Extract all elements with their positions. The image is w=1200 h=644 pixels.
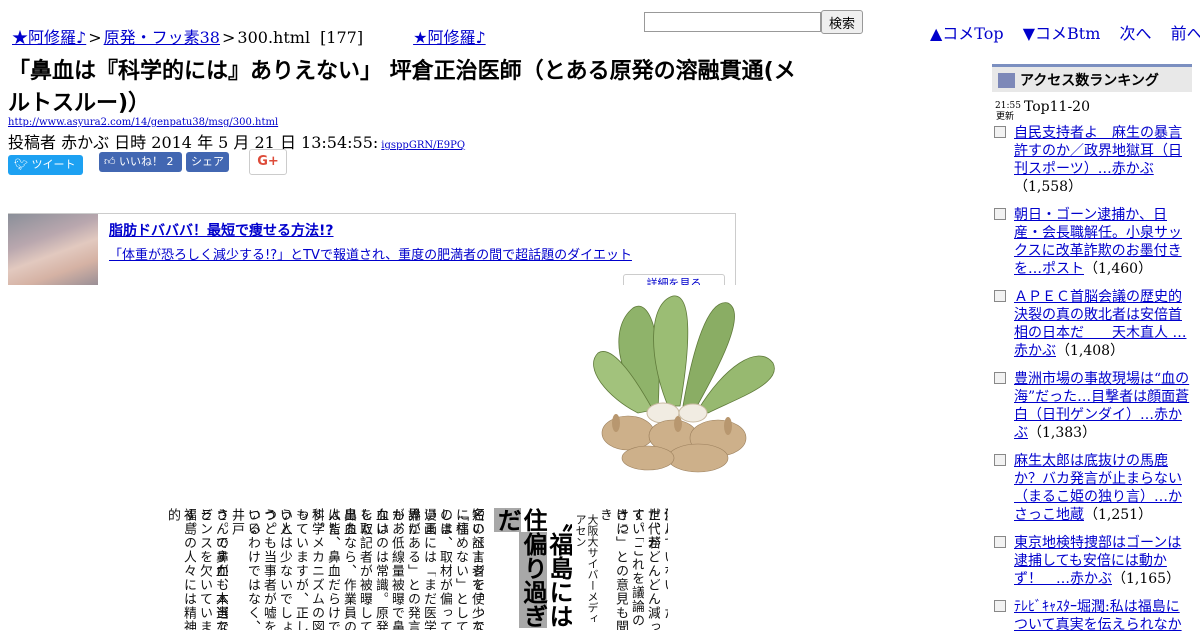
breadcrumb-author-link[interactable]: ★阿修羅♪ bbox=[12, 28, 86, 47]
article-url-link[interactable]: http://www.asyura2.com/14/genpatu38/msg/… bbox=[8, 117, 278, 128]
ad-more-button[interactable]: 詳細を見る bbox=[623, 274, 725, 285]
ranking-header: アクセス数ランキング bbox=[992, 64, 1192, 92]
ranking-item: 自民支持者よ 麻生の暴言許すのか／政界地獄耳（日刊スポーツ）…赤かぶ （1,558… bbox=[994, 124, 1190, 196]
ranking-item: ＡＰＥＣ首脳会議の歴史的決裂の真の敗北者は安倍首相の日本だ 天木直人 …赤かぶ（… bbox=[994, 288, 1190, 360]
post-meta-text: 投稿者 赤かぶ 日時 2014 年 5 月 21 日 13:54:55: bbox=[8, 133, 379, 152]
ranking-item-count: （1,383） bbox=[1028, 425, 1097, 441]
magazine-headline: 〝福島には住偏り過ぎだ bbox=[494, 508, 572, 630]
ranking-item-link[interactable]: 自民支持者よ 麻生の暴言許すのか／政界地獄耳（日刊スポーツ）…赤かぶ bbox=[1014, 125, 1182, 177]
comment-count: [177] bbox=[320, 28, 364, 47]
arrow-bullet-icon bbox=[994, 208, 1006, 220]
thumbs-up-icon: 👍︎ bbox=[104, 155, 116, 168]
ranking-updated-label: 更新 bbox=[995, 112, 1014, 122]
prev-link[interactable]: 前へ bbox=[1171, 24, 1200, 43]
ranking-item-count: （1,558） bbox=[1014, 179, 1083, 195]
magazine-text-column: けに」との意見も聞き bbox=[597, 508, 628, 630]
ranking-item: 東京地検特捜部はゴーンは逮捕しても安倍には動かず！ …赤かぶ（1,165） bbox=[994, 534, 1190, 588]
arrow-bullet-icon bbox=[994, 126, 1006, 138]
ranking-item-link[interactable]: ﾃﾚﾋﾞｷｬｽﾀｰ堀潤:私は福島について真実を伝えられなか bbox=[1014, 599, 1182, 633]
ranking-range: Top11-20 bbox=[1024, 99, 1091, 115]
arrow-bullet-icon bbox=[994, 290, 1006, 302]
breadcrumb-file: 300.html bbox=[237, 28, 311, 47]
breadcrumb: ★阿修羅♪ > 原発・フッ素38 >300.html [177] ★阿修羅♪ bbox=[12, 24, 486, 48]
breadcrumb-separator: > bbox=[222, 28, 236, 47]
tweet-button[interactable]: 🐦︎ ツイート bbox=[8, 155, 83, 175]
page-title: 「鼻血は『科学的には』ありえない」 坪倉正治医師（とある原発の溶融貫通(メルトス… bbox=[8, 59, 796, 116]
ranking-item-count: （1,251） bbox=[1084, 507, 1153, 523]
arrow-bullet-icon bbox=[994, 372, 1006, 384]
arrow-bullet-icon bbox=[994, 536, 1006, 548]
ad-description-link[interactable]: 「体重が恐ろしく減少する!?」とTVで報道され、重度の肥満者の間で超話題のダイエ… bbox=[109, 244, 632, 263]
comment-nav: ▲コメTop ▼コメBtm 次へ 前へ bbox=[930, 20, 1200, 44]
share-button[interactable]: シェア bbox=[186, 152, 229, 172]
ranking-updated: 21:55 更新 bbox=[995, 101, 1021, 123]
author-link-2[interactable]: ★阿修羅♪ bbox=[413, 28, 486, 47]
magazine-text-column: 福島の人々には精神的 bbox=[165, 508, 196, 630]
next-link[interactable]: 次へ bbox=[1119, 24, 1151, 43]
arrow-bullet-icon bbox=[994, 454, 1006, 466]
breadcrumb-board-link[interactable]: 原発・フッ素38 bbox=[104, 28, 220, 47]
post-meta: 投稿者 赤かぶ 日時 2014 年 5 月 21 日 13:54:55: igsp… bbox=[8, 129, 465, 153]
ranking-list: 自民支持者よ 麻生の暴言許すのか／政界地獄耳（日刊スポーツ）…赤かぶ （1,558… bbox=[994, 124, 1190, 644]
arrow-bullet-icon bbox=[994, 600, 1006, 612]
search-button[interactable]: 検索 bbox=[821, 10, 863, 34]
ad-banner[interactable]: 脂肪ドバババ！最短で痩せる方法!? 「体重が恐ろしく減少する!?」とTVで報道さ… bbox=[8, 213, 736, 285]
poster-id-link[interactable]: igsppGRN/E9PQ bbox=[381, 140, 465, 151]
ad-thumbnail-image[interactable] bbox=[8, 214, 98, 285]
ranking-item-count: （1,165） bbox=[1112, 571, 1181, 587]
magazine-headline-block: 〝福島には住偏り過ぎだ bbox=[494, 508, 576, 630]
ad-title-link[interactable]: 脂肪ドバババ！最短で痩せる方法!? bbox=[109, 220, 334, 240]
like-label: いいね！ 2 bbox=[119, 155, 174, 168]
ranking-time: 21:55 bbox=[995, 101, 1021, 111]
comment-bottom-link[interactable]: ▼コメBtm bbox=[1023, 24, 1101, 43]
ranking-item: ﾃﾚﾋﾞｷｬｽﾀｰ堀潤:私は福島について真実を伝えられなか bbox=[994, 598, 1190, 634]
ranking-item: 朝日・ゴーン逮捕か、日産・会長職解任。小泉サックスに改革詐欺のお墨付きを…ポスト… bbox=[994, 206, 1190, 278]
ranking-item-count: （1,408） bbox=[1056, 343, 1125, 359]
search-input[interactable] bbox=[644, 12, 821, 32]
magazine-scan-image: 大阪大サイバーメディアセン 〝福島には住偏り過ぎだ 染も十分ではなく、何ん決して… bbox=[130, 508, 668, 630]
tweet-label: ツイート bbox=[31, 158, 76, 171]
magazine-text-column: いるわけではなく、井戸 bbox=[229, 508, 260, 630]
google-plus-button[interactable]: G+ bbox=[249, 149, 287, 175]
like-button[interactable]: 👍︎ いいね！ 2 bbox=[99, 152, 182, 172]
arrow-right-icon bbox=[998, 73, 1015, 88]
comment-top-link[interactable]: ▲コメTop bbox=[930, 24, 1004, 43]
twitter-bird-icon: 🐦︎ bbox=[14, 158, 28, 171]
ranking-item: 豊洲市場の事故現場は“血の海”だった…目撃者は顔面蒼白（日刊ゲンダイ）…赤かぶ（… bbox=[994, 370, 1190, 442]
ranking-item: 麻生太郎は底抜けの馬鹿か？バカ発言が止まらない（まるこ姫の独り言）…かさっこ地蔵… bbox=[994, 452, 1190, 524]
rabbits-illustration bbox=[593, 295, 775, 473]
breadcrumb-separator: > bbox=[88, 28, 102, 47]
ranking-item-count: （1,460） bbox=[1084, 261, 1153, 277]
ranking-title: アクセス数ランキング bbox=[1020, 73, 1159, 89]
magazine-headline-sub: 大阪大サイバーメディアセン bbox=[574, 514, 598, 624]
